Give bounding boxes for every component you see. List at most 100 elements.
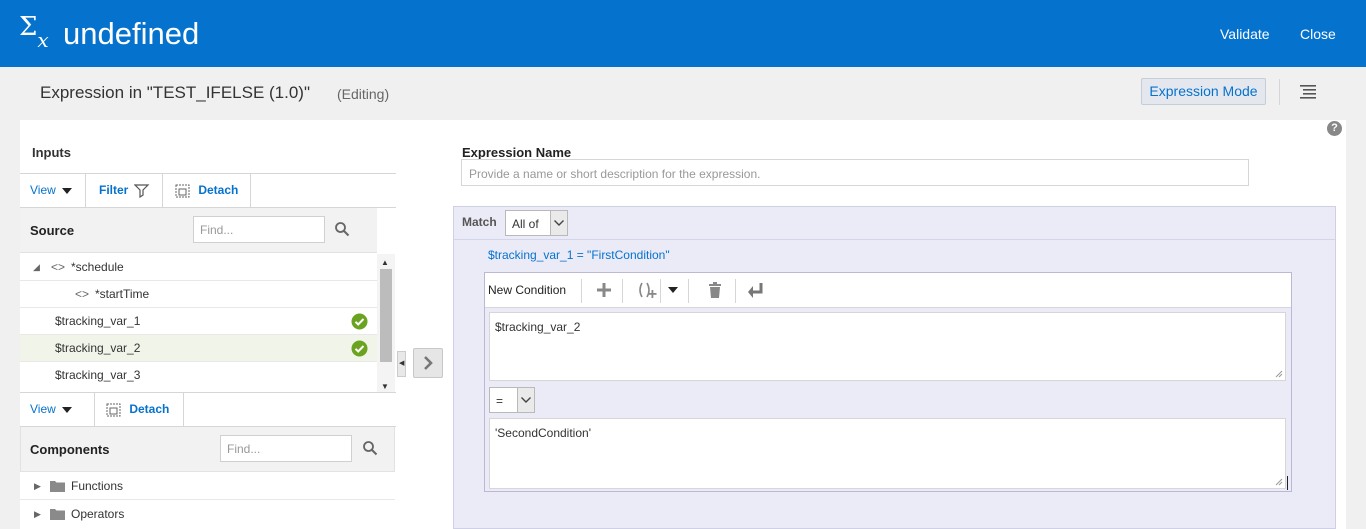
divider: [660, 279, 661, 303]
inputs-title: Inputs: [32, 145, 71, 160]
app-header: Σx undefined Validate Close: [0, 0, 1366, 67]
tree-item-label: *startTime: [95, 287, 150, 301]
tree-row-functions[interactable]: ▶ Functions: [20, 472, 395, 500]
detach-button[interactable]: Detach: [175, 174, 238, 207]
operator-select[interactable]: =: [489, 387, 535, 413]
trash-icon[interactable]: [706, 281, 724, 299]
folder-icon: [50, 481, 65, 492]
divider: [250, 174, 251, 207]
divider: [94, 393, 95, 426]
view-label: View: [30, 183, 56, 197]
validate-button[interactable]: Validate: [1220, 26, 1270, 42]
detach-label: Detach: [129, 402, 170, 416]
chevron-down-icon[interactable]: [664, 281, 682, 299]
text-cursor: [1287, 476, 1288, 490]
chevron-down-icon: [61, 187, 72, 194]
tree-item-label: $tracking_var_1: [55, 314, 141, 328]
operator-select-value: =: [496, 394, 504, 408]
view-label: View: [30, 402, 56, 416]
collapsed-triangle-icon[interactable]: ▶: [34, 500, 41, 528]
sub-header: Expression in "TEST_IFELSE (1.0)" (Editi…: [0, 67, 1366, 120]
element-icon: <>: [51, 260, 66, 274]
detach-button[interactable]: Detach: [106, 393, 169, 426]
tree-row-operators[interactable]: ▶ Operators: [20, 500, 395, 528]
filter-button[interactable]: Filter: [99, 174, 150, 207]
filter-icon: [133, 184, 150, 198]
right-operand-textarea[interactable]: 'SecondCondition': [489, 418, 1286, 489]
sigma-icon: Σx: [19, 12, 49, 53]
expression-heading: Expression in "TEST_IFELSE (1.0)": [40, 83, 310, 102]
resize-grip-icon[interactable]: [1275, 370, 1283, 378]
divider: [735, 279, 736, 303]
source-label: Source: [30, 223, 75, 238]
insert-arrow-button[interactable]: [413, 348, 443, 378]
match-select-value: All of: [512, 217, 539, 231]
detach-icon: [175, 184, 190, 198]
divider: [688, 279, 689, 303]
editing-status: (Editing): [337, 86, 390, 102]
filter-label: Filter: [99, 183, 129, 197]
hamburger-menu-icon[interactable]: [1298, 84, 1318, 100]
enter-icon[interactable]: [746, 281, 764, 299]
tree-row-schedule[interactable]: ◢ <> *schedule: [20, 254, 377, 281]
tree-row-starttime[interactable]: <> *startTime: [20, 281, 377, 308]
tree-row-tracking-var-1[interactable]: $tracking_var_1: [20, 308, 377, 335]
source-search-input[interactable]: Find...: [193, 216, 325, 243]
divider: [85, 174, 86, 207]
folder-icon: [50, 509, 65, 520]
splitter-collapse-handle[interactable]: ◀: [397, 351, 406, 377]
match-select[interactable]: All of: [505, 210, 568, 236]
element-icon: <>: [75, 287, 90, 301]
tree-row-tracking-var-2[interactable]: $tracking_var_2: [20, 335, 377, 362]
scroll-up-icon[interactable]: ▲: [381, 258, 389, 267]
detach-label: Detach: [198, 183, 239, 197]
scroll-thumb[interactable]: [380, 269, 392, 362]
collapsed-triangle-icon[interactable]: ▶: [34, 472, 41, 500]
detach-icon: [106, 403, 121, 417]
resize-grip-icon[interactable]: [1275, 478, 1283, 486]
source-scrollbar[interactable]: ▲ ▼: [377, 254, 395, 392]
tree-item-label: Operators: [71, 507, 125, 521]
expression-name-input[interactable]: Provide a name or short description for …: [461, 159, 1249, 186]
tree-item-label: *schedule: [71, 260, 124, 274]
tree-item-label: $tracking_var_2: [55, 341, 141, 355]
chevron-down-icon: [550, 211, 567, 235]
divider: [162, 174, 163, 207]
tree-item-label: $tracking_var_3: [55, 368, 141, 382]
components-toolbar: View Detach: [20, 392, 396, 427]
tree-row-tracking-var-3[interactable]: $tracking_var_3: [20, 362, 377, 390]
collapse-left-icon: ◀: [399, 360, 405, 367]
chevron-down-icon: [61, 406, 72, 413]
add-icon[interactable]: [595, 281, 613, 299]
inputs-toolbar: View Filter Detach: [20, 173, 396, 208]
close-button[interactable]: Close: [1300, 26, 1336, 42]
view-menu[interactable]: View: [30, 393, 72, 426]
add-group-icon[interactable]: [637, 281, 659, 299]
expanded-triangle-icon[interactable]: ◢: [33, 254, 40, 281]
chevron-right-icon: [424, 356, 433, 370]
match-label: Match: [462, 215, 497, 229]
chevron-down-icon: [517, 388, 534, 412]
first-condition-link[interactable]: $tracking_var_1 = "FirstCondition": [488, 248, 670, 262]
check-circle-icon: [351, 340, 368, 357]
new-condition-button[interactable]: New Condition: [488, 283, 566, 297]
divider: [622, 279, 623, 303]
divider: [1279, 79, 1280, 105]
components-header: Components Find...: [20, 427, 395, 472]
expression-name-label: Expression Name: [462, 145, 572, 160]
components-label: Components: [30, 442, 110, 457]
components-search-input[interactable]: Find...: [220, 435, 352, 462]
divider: [581, 279, 582, 303]
help-icon[interactable]: ?: [1327, 121, 1342, 136]
search-icon[interactable]: [362, 440, 378, 456]
view-menu[interactable]: View: [30, 174, 72, 207]
match-header: [454, 207, 1335, 240]
search-icon[interactable]: [334, 221, 350, 237]
source-header: Source Find...: [20, 208, 377, 253]
check-circle-icon: [351, 313, 368, 330]
expression-mode-button[interactable]: Expression Mode: [1141, 78, 1266, 105]
left-operand-textarea[interactable]: $tracking_var_2: [489, 312, 1286, 381]
scroll-down-icon[interactable]: ▼: [381, 382, 389, 391]
divider: [183, 393, 184, 426]
page-title: undefined: [63, 16, 200, 51]
